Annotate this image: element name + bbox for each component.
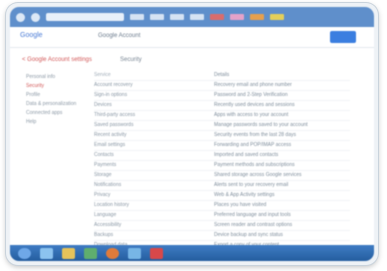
bookmark-item[interactable] xyxy=(130,14,144,20)
column-header: Service xyxy=(94,72,111,78)
row-details: Password and 2-Step Verification xyxy=(214,92,288,98)
row-details: Places you have visited xyxy=(214,202,267,208)
row-title: Third-party access xyxy=(94,112,136,118)
bookmark-item[interactable] xyxy=(150,14,164,20)
table-row[interactable]: Language Preferred language and input too… xyxy=(94,211,350,221)
row-details: Recently used devices and sessions xyxy=(214,102,295,108)
row-title: Saved passwords xyxy=(94,122,134,128)
sidebar-item-profile[interactable]: Profile xyxy=(26,91,86,100)
row-details: Recovery email and phone number xyxy=(214,82,292,88)
action-button[interactable] xyxy=(330,31,356,43)
row-details: Apps with access to your account xyxy=(214,112,289,118)
app-icon[interactable] xyxy=(150,247,163,259)
table-row[interactable]: Saved passwords Manage passwords saved to… xyxy=(94,121,350,131)
row-title: Storage xyxy=(94,172,112,178)
row-title: Privacy xyxy=(94,192,111,198)
row-details: Imported and saved contacts xyxy=(214,152,279,158)
bookmark-item[interactable] xyxy=(210,14,224,20)
table-row[interactable]: Storage Shared storage across Google serv… xyxy=(94,171,350,181)
column-header: Details xyxy=(214,72,230,78)
row-title: Notifications xyxy=(94,182,122,188)
row-title: Accessibility xyxy=(94,222,122,228)
row-details: Screen reader and contrast options xyxy=(214,222,293,228)
settings-table: Service Details Account recovery Recovery… xyxy=(94,71,350,251)
bookmark-item[interactable] xyxy=(250,14,264,20)
monitor-frame: Google Google Account < Google Account s… xyxy=(6,3,378,265)
row-details: Payment methods and subscriptions xyxy=(214,162,295,168)
sidebar-item-personal-info[interactable]: Personal info xyxy=(26,73,86,82)
app-header: Google Google Account xyxy=(10,27,374,48)
row-title: Account recovery xyxy=(94,82,133,88)
table-row[interactable]: Accessibility Screen reader and contrast … xyxy=(94,221,350,231)
row-title: Backups xyxy=(94,232,114,238)
sidebar-item-data-personalization[interactable]: Data & personalization xyxy=(26,100,86,109)
table-row[interactable]: Devices Recently used devices and session… xyxy=(94,101,350,111)
table-row[interactable]: Recent activity Security events from the … xyxy=(94,131,350,141)
table-header: Service Details xyxy=(94,71,350,81)
row-title: Email settings xyxy=(94,142,126,148)
bookmark-item[interactable] xyxy=(170,14,184,20)
table-row[interactable]: Account recovery Recovery email and phone… xyxy=(94,81,350,91)
page-title: Security xyxy=(120,57,142,63)
row-title: Devices xyxy=(94,102,112,108)
table-row[interactable]: Backups Device backup and sync status xyxy=(94,231,350,241)
bookmark-item[interactable] xyxy=(190,14,204,20)
row-title: Recent activity xyxy=(94,132,127,138)
account-links[interactable]: Google Account xyxy=(98,33,140,39)
start-button-icon[interactable] xyxy=(18,247,31,259)
row-details: Security events from the last 28 days xyxy=(214,132,296,138)
table-row[interactable]: Payments Payment methods and subscription… xyxy=(94,161,350,171)
table-row[interactable]: Sign-in options Password and 2-Step Verif… xyxy=(94,91,350,101)
sidebar-item-help[interactable]: Help xyxy=(26,118,86,127)
row-title: Location history xyxy=(94,202,130,208)
table-row[interactable]: Email settings Forwarding and POP/IMAP ac… xyxy=(94,141,350,151)
table-row[interactable]: Privacy Web & App Activity settings xyxy=(94,191,350,201)
address-bar[interactable] xyxy=(46,13,124,21)
row-title: Language xyxy=(94,212,117,218)
row-title: Payments xyxy=(94,162,117,168)
sidebar-item-security[interactable]: Security xyxy=(26,82,86,91)
media-player-icon[interactable] xyxy=(84,247,97,259)
sidebar: Personal info Security Profile Data & pe… xyxy=(26,73,86,127)
row-details: Manage passwords saved to your account xyxy=(214,122,308,128)
folder-icon[interactable] xyxy=(62,247,75,259)
row-details: Web & App Activity settings xyxy=(214,192,275,198)
table-row[interactable]: Location history Places you have visited xyxy=(94,201,350,211)
bookmark-item[interactable] xyxy=(230,14,244,20)
row-details: Alerts sent to your recovery email xyxy=(214,182,289,188)
table-row[interactable]: Contacts Imported and saved contacts xyxy=(94,151,350,161)
screen: Google Google Account < Google Account s… xyxy=(10,7,374,261)
row-details: Device backup and sync status xyxy=(214,232,283,238)
row-details: Preferred language and input tools xyxy=(214,212,291,218)
table-row[interactable]: Third-party access Apps with access to yo… xyxy=(94,111,350,121)
breadcrumb[interactable]: < Google Account settings xyxy=(22,57,92,63)
row-details: Forwarding and POP/IMAP access xyxy=(214,142,292,148)
table-row[interactable]: Notifications Alerts sent to your recover… xyxy=(94,181,350,191)
taskbar xyxy=(10,245,374,261)
browser-toolbar xyxy=(10,7,374,27)
app-icon[interactable] xyxy=(128,247,141,259)
row-title: Contacts xyxy=(94,152,114,158)
forward-icon[interactable] xyxy=(31,12,40,22)
bookmark-item[interactable] xyxy=(270,14,284,20)
row-title: Sign-in options xyxy=(94,92,128,98)
google-logo[interactable]: Google xyxy=(20,32,43,39)
chrome-icon[interactable] xyxy=(106,247,119,259)
sidebar-item-connected-apps[interactable]: Connected apps xyxy=(26,109,86,118)
internet-explorer-icon[interactable] xyxy=(40,247,53,259)
back-icon[interactable] xyxy=(16,12,25,22)
row-details: Shared storage across Google services xyxy=(214,172,302,178)
